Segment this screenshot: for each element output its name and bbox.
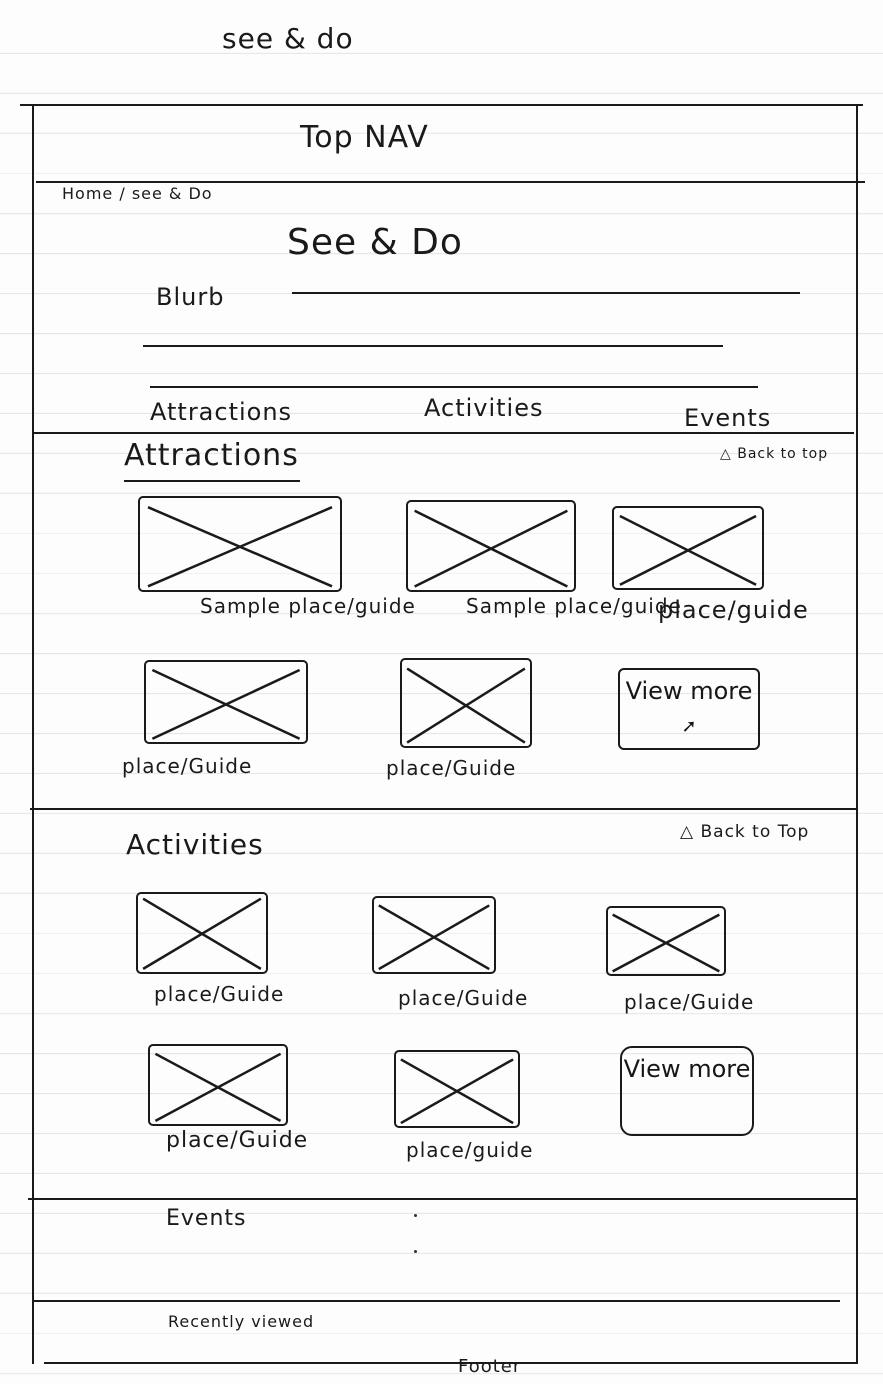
- activity-image-1[interactable]: [136, 892, 268, 974]
- frame-top-rule: [20, 104, 863, 106]
- activity-image-5[interactable]: [394, 1050, 520, 1128]
- activities-back-to-top[interactable]: △ Back to Top: [680, 822, 809, 842]
- activities-divider: [28, 1198, 858, 1200]
- placeholder-x-icon: [150, 1046, 286, 1124]
- activity-caption-4[interactable]: place/Guide: [166, 1128, 308, 1153]
- recently-viewed-divider: [44, 1362, 856, 1364]
- events-heading: Events: [166, 1206, 247, 1231]
- recently-viewed-heading: Recently viewed: [168, 1312, 315, 1331]
- events-dot-1: [414, 1214, 417, 1217]
- events-dot-2: [414, 1250, 417, 1253]
- attraction-image-4[interactable]: [144, 660, 308, 744]
- placeholder-x-icon: [396, 1052, 518, 1126]
- activity-caption-2[interactable]: place/Guide: [398, 986, 528, 1010]
- arrow-right-icon: ➚: [681, 716, 697, 737]
- placeholder-x-icon: [402, 660, 530, 746]
- blurb-line-3: [150, 386, 758, 388]
- placeholder-x-icon: [138, 894, 266, 972]
- footer: Footer: [458, 1356, 522, 1377]
- activity-image-3[interactable]: [606, 906, 726, 976]
- attraction-caption-5[interactable]: place/Guide: [386, 756, 516, 780]
- triangle-up-icon: △: [680, 822, 695, 842]
- attractions-back-to-top[interactable]: △ Back to top: [720, 446, 828, 462]
- attraction-image-1[interactable]: [138, 496, 342, 592]
- activity-image-4[interactable]: [148, 1044, 288, 1126]
- attraction-image-2[interactable]: [406, 500, 576, 592]
- placeholder-x-icon: [146, 662, 306, 742]
- activity-image-2[interactable]: [372, 896, 496, 974]
- attraction-image-5[interactable]: [400, 658, 532, 748]
- anchor-link-attractions[interactable]: Attractions: [150, 398, 292, 426]
- anchor-link-events[interactable]: Events: [684, 404, 771, 432]
- attractions-heading: Attractions: [124, 438, 299, 473]
- view-more-label: View more: [623, 1055, 751, 1083]
- activities-view-more-button[interactable]: View more: [620, 1046, 754, 1136]
- placeholder-x-icon: [140, 498, 340, 590]
- placeholder-x-icon: [614, 508, 762, 588]
- top-nav-divider: [36, 181, 865, 183]
- attraction-caption-3[interactable]: place/guide: [658, 596, 809, 624]
- attraction-caption-4[interactable]: place/Guide: [122, 754, 252, 778]
- triangle-up-icon: △: [720, 446, 732, 462]
- back-to-top-label: Back to top: [737, 446, 829, 462]
- attraction-image-3[interactable]: [612, 506, 764, 590]
- placeholder-x-icon: [374, 898, 494, 972]
- attraction-caption-2[interactable]: Sample place/guide: [466, 594, 682, 618]
- blurb-line-2: [143, 345, 723, 347]
- blurb-line-1: [292, 292, 800, 294]
- placeholder-x-icon: [408, 502, 574, 590]
- placeholder-x-icon: [608, 908, 724, 974]
- anchor-nav-divider: [34, 432, 854, 434]
- top-nav[interactable]: Top NAV: [300, 120, 429, 155]
- blurb-label: Blurb: [156, 283, 225, 311]
- activity-caption-5[interactable]: place/guide: [406, 1138, 533, 1162]
- view-more-label: View more: [625, 677, 753, 705]
- attractions-divider: [30, 808, 856, 810]
- activity-caption-1[interactable]: place/Guide: [154, 982, 284, 1006]
- page-label: see & do: [222, 22, 354, 55]
- page-title: See & Do: [287, 222, 463, 263]
- anchor-link-activities[interactable]: Activities: [424, 394, 544, 422]
- activities-heading: Activities: [126, 828, 264, 861]
- events-divider: [32, 1300, 840, 1302]
- attraction-caption-1[interactable]: Sample place/guide: [200, 594, 416, 618]
- attractions-heading-underline: [124, 480, 300, 482]
- activity-caption-3[interactable]: place/Guide: [624, 990, 754, 1014]
- breadcrumb[interactable]: Home / see & Do: [62, 184, 213, 203]
- back-to-top-label: Back to Top: [700, 822, 810, 842]
- attractions-view-more-button[interactable]: View more ➚: [618, 668, 760, 750]
